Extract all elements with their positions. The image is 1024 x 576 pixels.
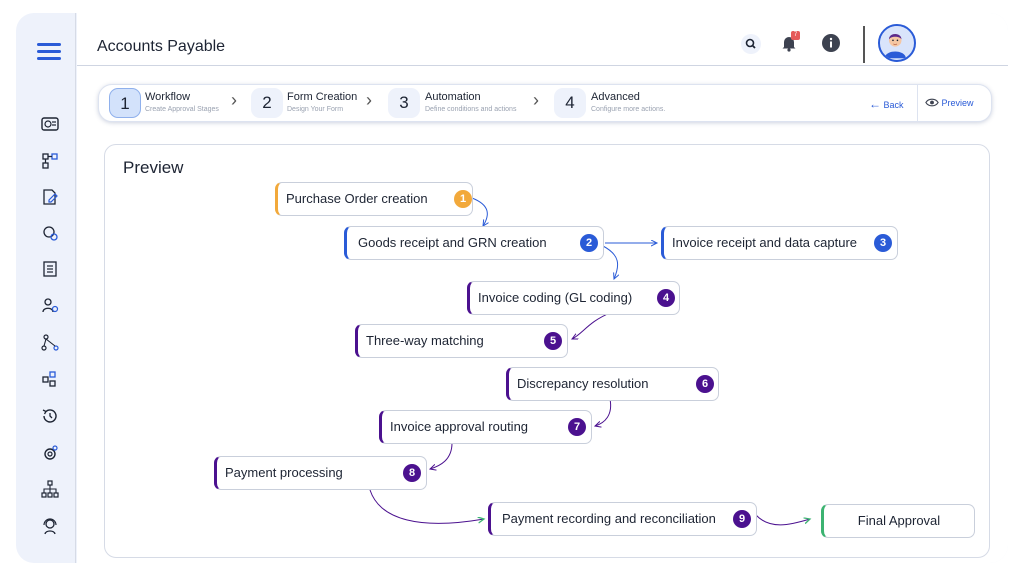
node-label: Final Approval [857,513,941,528]
page-title: Accounts Payable [97,38,226,55]
support-agent-icon[interactable] [40,516,60,536]
step-3-title[interactable]: Automation [425,91,481,103]
node-number-badge: 6 [696,375,714,393]
workflow-node-1[interactable]: Purchase Order creation 1 [275,182,473,216]
workflow-node-2[interactable]: Goods receipt and GRN creation 2 [344,226,604,260]
node-number-badge: 9 [733,510,751,528]
node-label: Three-way matching [366,333,484,348]
node-label: Discrepancy resolution [517,376,649,391]
node-number-badge: 7 [568,418,586,436]
node-number-badge: 8 [403,464,421,482]
node-label: Invoice approval routing [390,419,529,434]
notification-count-badge: 7 [791,31,800,40]
step-1-title[interactable]: Workflow [145,91,190,103]
search-icon[interactable] [740,33,762,55]
step-3-number[interactable]: 3 [388,88,420,118]
node-label: Payment processing [225,465,343,480]
step-4-number[interactable]: 4 [554,88,586,118]
workflow-node-4[interactable]: Invoice coding (GL coding) 4 [467,281,680,315]
arrow-left-icon: ← [869,97,881,111]
node-number-badge: 2 [580,234,598,252]
top-header: Accounts Payable 7 [77,13,1008,66]
node-label: Payment recording and reconciliation [502,511,716,526]
node-number-badge: 3 [874,234,892,252]
info-icon[interactable] [820,32,842,54]
node-number-badge: 5 [544,332,562,350]
step-4-subtitle: Configure more actions. [591,106,666,113]
node-label: Invoice receipt and data capture [672,235,858,250]
settings-gear-icon[interactable] [40,223,60,243]
header-divider [863,26,865,63]
node-label: Invoice coding (GL coding) [478,290,633,305]
final-approval-node[interactable]: Final Approval [821,504,975,538]
workflow-node-8[interactable]: Payment processing 8 [214,456,427,490]
preview-button[interactable]: Preview [925,97,974,108]
preview-title: Preview [123,158,184,177]
workflow-node-9[interactable]: Payment recording and reconciliation 9 [488,502,757,536]
step-1-subtitle: Create Approval Stages [145,106,219,113]
document-list-icon[interactable] [40,259,60,279]
workflow-node-7[interactable]: Invoice approval routing 7 [379,410,592,444]
eye-icon [925,98,942,108]
node-number-badge: 1 [454,190,472,208]
dashboard-icon[interactable] [40,114,60,134]
history-icon[interactable] [40,406,60,426]
workflow-node-3[interactable]: Invoice receipt and data capture 3 [661,226,898,260]
edit-form-icon[interactable] [40,187,60,207]
back-button[interactable]: ← Back [869,97,904,111]
node-number-badge: 4 [657,289,675,307]
workflow-node-5[interactable]: Three-way matching 5 [355,324,568,358]
automation-icon[interactable] [40,443,60,463]
back-label: Back [883,100,904,110]
workflow-icon[interactable] [40,151,60,171]
sidebar [16,13,76,563]
network-icon[interactable] [40,333,60,353]
hamburger-menu-icon[interactable] [37,43,61,61]
preview-label: Preview [941,98,974,108]
step-1-number[interactable]: 1 [109,88,141,118]
node-label: Purchase Order creation [286,191,428,206]
avatar[interactable] [878,24,916,62]
step-4-title[interactable]: Advanced [591,91,640,103]
step-2-subtitle: Design Your Form [287,106,344,113]
stepper-divider [917,84,918,122]
node-label: Goods receipt and GRN creation [358,235,547,250]
org-chart-icon[interactable] [40,479,60,499]
workflow-node-6[interactable]: Discrepancy resolution 6 [506,367,719,401]
step-2-number[interactable]: 2 [251,88,283,118]
integration-icon[interactable] [40,369,60,389]
user-settings-icon[interactable] [40,296,60,316]
chevron-right-icon: › [231,90,237,110]
step-2-title[interactable]: Form Creation [287,91,357,103]
step-3-subtitle: Define conditions and actions [425,106,517,113]
chevron-right-icon: › [366,90,372,110]
chevron-right-icon: › [533,90,539,110]
